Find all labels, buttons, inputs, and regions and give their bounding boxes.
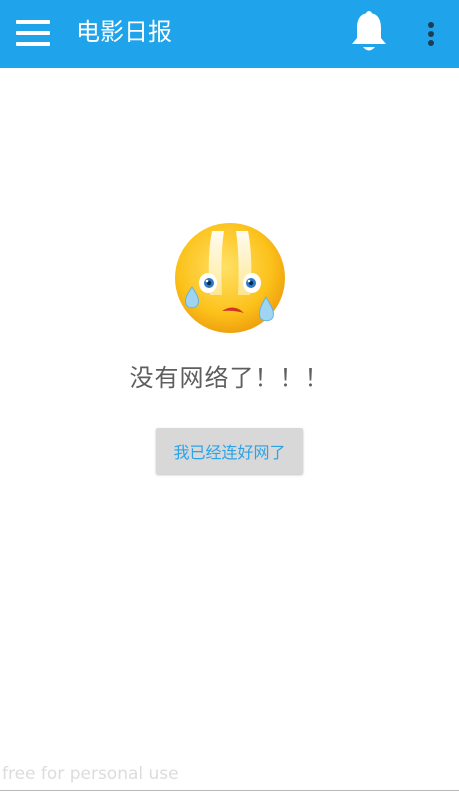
watermark: free for personal use [2,764,179,784]
app-title: 电影日报 [76,18,172,46]
divider [0,790,459,791]
app-bar: 电影日报 [0,0,459,68]
bell-icon[interactable] [348,10,390,54]
retry-button[interactable]: 我已经连好网了 [156,428,303,474]
crying-face-icon [172,221,288,335]
menu-icon[interactable] [12,14,54,54]
no-network-message: 没有网络了！！！ [129,364,330,392]
more-vert-icon[interactable] [418,14,444,54]
